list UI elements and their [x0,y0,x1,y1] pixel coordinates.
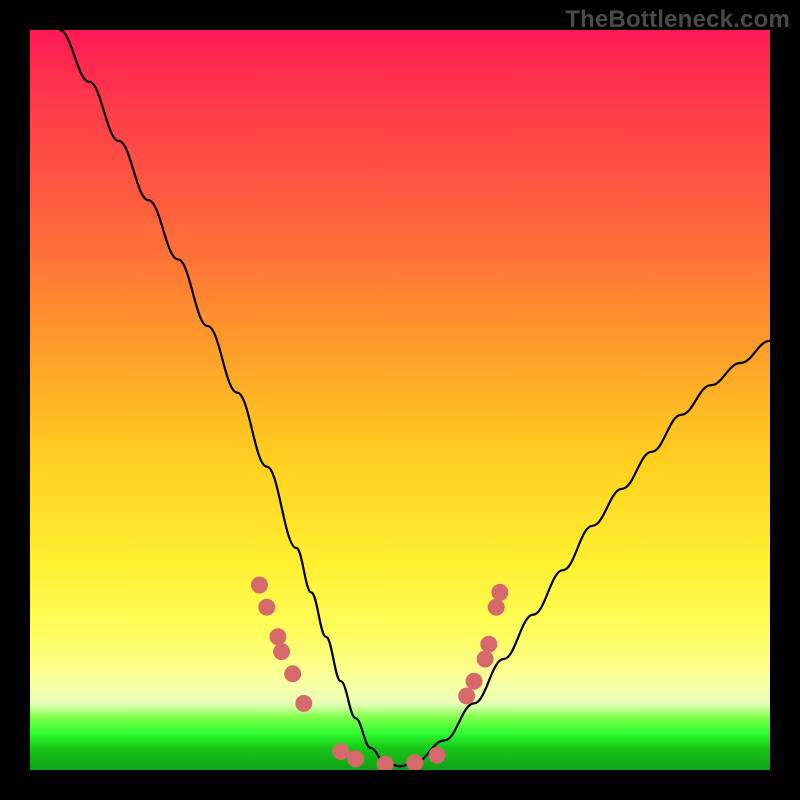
data-point [491,584,508,601]
data-point [458,688,475,705]
data-point [284,665,301,682]
plot-area [30,30,770,770]
data-point [429,747,446,764]
data-point [258,599,275,616]
marker-layer [251,577,509,771]
data-point [488,599,505,616]
data-point [251,577,268,594]
data-point [332,743,349,760]
data-point [480,636,497,653]
chart-overlay [30,30,770,770]
bottleneck-curve [60,30,770,766]
data-point [269,628,286,645]
data-point [406,754,423,770]
data-point [273,643,290,660]
data-point [477,651,494,668]
data-point [295,695,312,712]
attribution-label: TheBottleneck.com [565,6,790,34]
chart-frame: TheBottleneck.com [0,0,800,800]
data-point [347,750,364,767]
data-point [466,673,483,690]
